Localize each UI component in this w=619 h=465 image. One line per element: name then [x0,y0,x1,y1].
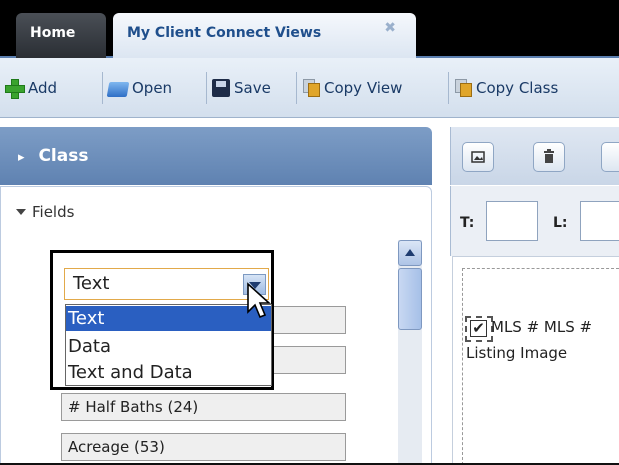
copy-class-button[interactable]: Copy Class [454,76,558,100]
canvas-guide [462,268,619,465]
dropdown-option-text[interactable]: Text [66,306,271,331]
type-select[interactable]: Text [64,268,269,300]
save-icon [212,79,230,97]
chevron-down-icon[interactable] [16,209,26,215]
list-item[interactable]: Acreage (53) [61,433,346,461]
copy-view-button[interactable]: Copy View [302,76,402,100]
open-button[interactable]: Open [106,76,173,100]
copy-icon [302,78,320,98]
image-icon [471,151,485,163]
toolbar-separator [448,72,449,104]
checkbox[interactable]: ✔ [470,320,487,337]
close-icon[interactable]: ✖ [384,8,396,48]
copy-view-button-label: Copy View [324,79,403,97]
delete-button[interactable] [533,142,565,172]
left-input[interactable] [580,201,619,241]
tab-views-label: My Client Connect Views [127,25,322,41]
open-button-label: Open [132,79,173,97]
toolbar-separator [206,72,207,104]
save-button[interactable]: Save [212,76,271,100]
toolbar-separator [296,72,297,104]
add-button[interactable]: Add [4,76,57,100]
class-section-header[interactable]: ▸ Class [0,127,432,185]
tab-strip: Home My Client Connect Views ✖ [0,0,619,58]
toolbar: Add Open Save Copy View Copy Class [0,58,619,118]
copy-class-button-label: Copy Class [476,79,559,97]
copy-icon [454,78,472,98]
image-button[interactable] [462,142,494,172]
class-header-label: Class [38,146,89,166]
mls-field-text[interactable]: MLS # MLS # [491,318,592,336]
tab-my-client-connect-views[interactable]: My Client Connect Views ✖ [113,13,416,58]
fields-label[interactable]: Fields [32,203,74,221]
type-select-value: Text [73,273,110,294]
toolbar-button[interactable] [601,142,619,172]
top-input[interactable] [486,201,538,241]
left-label: L: [553,215,568,231]
add-icon [4,78,26,99]
list-item-label: # Half Baths (24) [68,398,199,416]
list-item[interactable]: # Half Baths (24) [61,393,346,421]
toolbar-separator [102,72,103,104]
listing-image-label[interactable]: Listing Image [466,344,567,362]
tab-home-label: Home [30,25,76,41]
trash-icon [544,149,554,163]
dropdown-option-text-and-data[interactable]: Text and Data [66,360,271,385]
top-label: T: [460,215,475,231]
add-button-label: Add [28,79,58,97]
dropdown-option-data[interactable]: Data [66,334,271,359]
list-item-label: Acreage (53) [68,438,165,456]
mouse-cursor-icon [247,282,272,319]
scroll-up-button[interactable] [398,240,422,266]
folder-icon [106,82,130,97]
chevron-right-icon: ▸ [18,150,25,165]
scrollbar-thumb[interactable] [398,268,422,330]
tab-home[interactable]: Home [16,13,106,58]
save-button-label: Save [234,79,271,97]
